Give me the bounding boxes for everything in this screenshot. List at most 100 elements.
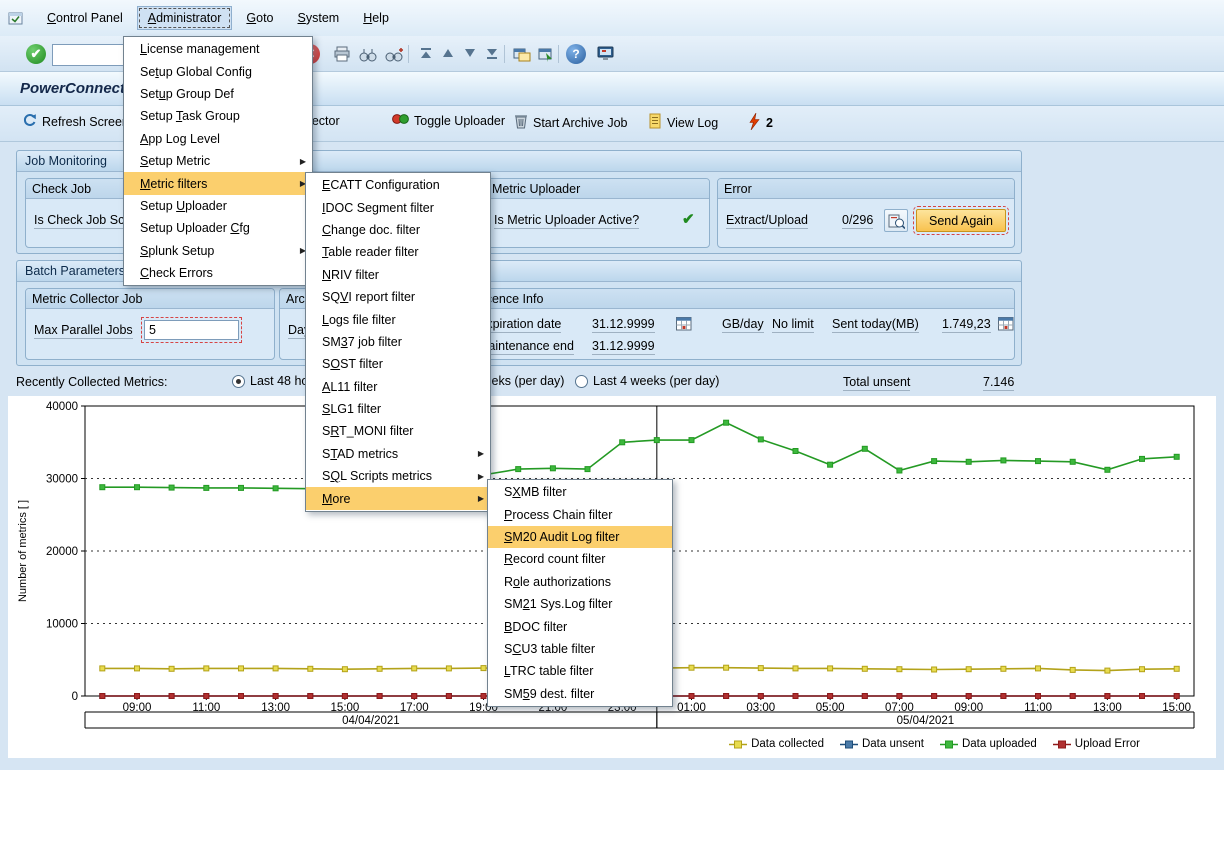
find-next-icon[interactable] [382,42,406,66]
administrator-menu-item-check-errors[interactable]: Check Errors [124,262,312,284]
svg-text:10000: 10000 [46,619,78,631]
metric-filters-menu-item-sql-scripts-metrics[interactable]: SQL Scripts metrics▶ [306,465,490,487]
more-menu-item-sm20-audit-log-filter[interactable]: SM20 Audit Log filter [488,526,672,548]
menu-item-label: SLG1 filter [322,402,381,416]
menubar-item-system[interactable]: System [288,7,350,29]
toggle-uploader-icon [392,113,409,128]
menu-bar: Control PanelAdministratorGotoSystemHelp [0,0,1224,36]
metric-filters-menu-item-slg1-filter[interactable]: SLG1 filter [306,398,490,420]
administrator-menu-item-setup-uploader-cfg[interactable]: Setup Uploader Cfg [124,217,312,239]
send-again-button[interactable]: Send Again [916,209,1006,232]
metric-filters-menu-item-logs-file-filter[interactable]: Logs file filter [306,308,490,330]
create-shortcut-icon[interactable] [534,42,558,66]
more-submenu: SXMB filterProcess Chain filterSM20 Audi… [487,479,673,707]
help-icon[interactable]: ? [564,42,588,66]
toolbar-separator [504,45,505,63]
toolbar-separator [558,45,559,63]
toggle-uploader-button[interactable]: Toggle Uploader [392,113,505,128]
more-menu-item-scu3-table-filter[interactable]: SCU3 table filter [488,638,672,660]
radio-last-4-weeks[interactable]: Last 4 weeks (per day) [575,374,719,388]
gui-settings-icon[interactable] [594,42,618,66]
more-menu-item-process-chain-filter[interactable]: Process Chain filter [488,503,672,525]
menu-item-label: App Log Level [140,132,220,146]
expiration-date-value: 31.12.9999 [592,317,655,333]
start-archive-job-button[interactable]: Start Archive Job [514,113,628,132]
administrator-menu-item-setup-global-config[interactable]: Setup Global Config [124,60,312,82]
metric-filters-menu-item-nriv-filter[interactable]: NRIV filter [306,264,490,286]
metric-filters-menu-item-sqvi-report-filter[interactable]: SQVI report filter [306,286,490,308]
metric-filters-menu-item-table-reader-filter[interactable]: Table reader filter [306,241,490,263]
find-icon[interactable] [356,42,380,66]
new-session-icon[interactable] [510,42,534,66]
alert-indicator[interactable]: 2 [748,113,773,133]
legend-label: Data unsent [862,738,924,750]
next-page-icon[interactable] [458,42,482,66]
radio-icon[interactable] [232,375,245,388]
view-log-button[interactable]: View Log [648,113,718,132]
page-title: PowerConnect [20,80,125,97]
first-page-icon[interactable] [414,42,438,66]
more-menu-item-sm21-sys-log-filter[interactable]: SM21 Sys.Log filter [488,593,672,615]
administrator-menu-item-splunk-setup[interactable]: Splunk Setup▶ [124,240,312,262]
more-menu-item-role-authorizations[interactable]: Role authorizations [488,571,672,593]
administrator-menu-item-setup-metric[interactable]: Setup Metric▶ [124,150,312,172]
radio-icon[interactable] [575,375,588,388]
administrator-menu-item-metric-filters[interactable]: Metric filters▶ [124,172,312,194]
refresh-screen-button[interactable]: Refresh Screen [22,113,129,131]
menu-item-label: Record count filter [504,552,605,566]
metric-filters-menu-item-change-doc-filter[interactable]: Change doc. filter [306,219,490,241]
metric-filters-menu-item-srt-moni-filter[interactable]: SRT_MONI filter [306,420,490,442]
metric-filters-menu-item-more[interactable]: More▶ [306,487,490,509]
more-menu-item-sxmb-filter[interactable]: SXMB filter [488,481,672,503]
administrator-menu-item-setup-group-def[interactable]: Setup Group Def [124,83,312,105]
max-parallel-jobs-input[interactable] [144,320,239,340]
menu-item-label: Logs file filter [322,313,396,327]
last-page-icon[interactable] [480,42,504,66]
gb-day-label: GB/day [722,317,764,333]
menu-item-label: SM59 dest. filter [504,687,594,701]
more-menu-item-sm59-dest-filter[interactable]: SM59 dest. filter [488,683,672,705]
previous-page-icon[interactable] [436,42,460,66]
calendar-icon[interactable] [676,316,692,334]
legend-label: Data collected [751,738,824,750]
metric-filters-menu-item-ecatt-configuration[interactable]: ECATT Configuration [306,174,490,196]
more-menu-item-record-count-filter[interactable]: Record count filter [488,548,672,570]
menubar-item-help[interactable]: Help [353,7,399,29]
total-unsent-value: 7.146 [983,375,1014,391]
administrator-menu-item-app-log-level[interactable]: App Log Level [124,128,312,150]
metric-filters-menu-item-al11-filter[interactable]: AL11 filter [306,376,490,398]
menubar-item-administrator[interactable]: Administrator [137,6,233,30]
menu-item-label: Check Errors [140,266,213,280]
more-menu-item-bdoc-filter[interactable]: BDOC filter [488,615,672,637]
metric-uploader-box: Metric Uploader Is Metric Uploader Activ… [485,178,710,248]
menu-item-label: SM21 Sys.Log filter [504,597,612,611]
administrator-menu-item-license-management[interactable]: License management [124,38,312,60]
metric-filters-menu-item-sm37-job-filter[interactable]: SM37 job filter [306,331,490,353]
menu-item-label: Table reader filter [322,245,419,259]
window-menu-icon[interactable] [8,11,25,26]
legend-item-data-uploaded: Data uploaded [940,738,1037,750]
metric-filters-menu-item-sost-filter[interactable]: SOST filter [306,353,490,375]
metric-collector-job-title: Metric Collector Job [32,292,142,306]
enter-icon[interactable]: ✔ [24,42,48,66]
more-menu-item-ltrc-table-filter[interactable]: LTRC table filter [488,660,672,682]
resend-detail-button[interactable] [884,209,908,232]
administrator-menu-item-setup-uploader[interactable]: Setup Uploader [124,195,312,217]
metric-collector-job-box: Metric Collector Job Max Parallel Jobs [25,288,275,360]
menu-item-label: Setup Global Config [140,65,252,79]
legend-item-data-unsent: Data unsent [840,738,924,750]
menu-item-label: AL11 filter [322,380,377,394]
menubar-item-control-panel[interactable]: Control Panel [37,7,133,29]
legend-swatch-icon [1053,740,1071,749]
menu-item-label: Role authorizations [504,575,611,589]
submenu-arrow-icon: ▶ [300,157,306,166]
metrics-filter-row: Recently Collected Metrics: Last 48 hour… [0,372,1224,394]
calendar-icon[interactable] [998,316,1014,334]
metric-filters-menu-item-stad-metrics[interactable]: STAD metrics▶ [306,443,490,465]
administrator-menu-item-setup-task-group[interactable]: Setup Task Group [124,105,312,127]
metric-filters-menu-item-idoc-segment-filter[interactable]: IDOC Segment filter [306,196,490,218]
total-unsent-label: Total unsent [843,375,910,391]
print-icon[interactable] [330,42,354,66]
menubar-item-goto[interactable]: Goto [236,7,283,29]
menu-item-label: SRT_MONI filter [322,424,413,438]
